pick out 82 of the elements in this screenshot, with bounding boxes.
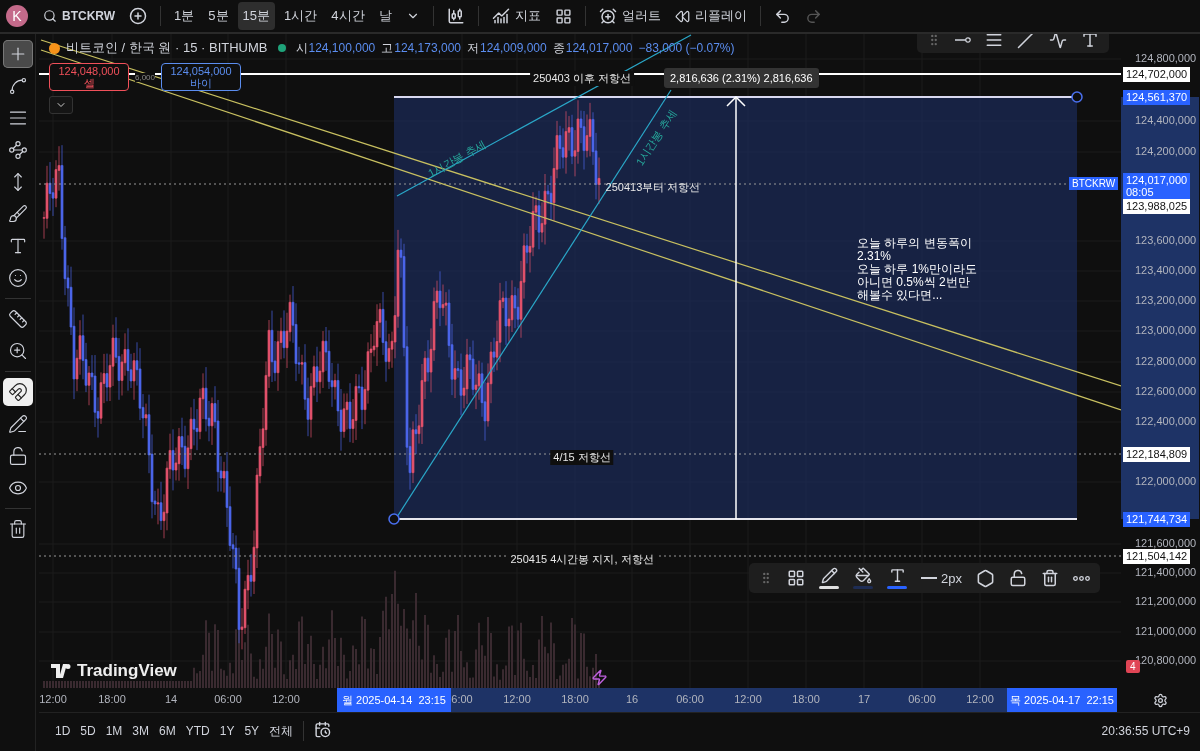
alert-button[interactable]: 얼러트 [593, 2, 666, 30]
price-tick: 123,200,000 [1135, 294, 1197, 306]
time-tick: 12:00 [39, 693, 67, 705]
time-tick: 06:00 [214, 693, 242, 705]
price-marker: 124,561,370 [1123, 90, 1191, 105]
ohlc-value: 124,009,000 [480, 41, 547, 55]
time-tick: 14 [164, 693, 178, 705]
indicators-button[interactable]: 지표 [486, 2, 546, 30]
price-marker: 124,702,000 [1123, 67, 1191, 82]
range-button[interactable]: YTD [181, 722, 214, 740]
range-button[interactable]: 1Y [215, 722, 239, 740]
spread-value: 6,000 [135, 72, 156, 82]
symbol-search-button[interactable]: BTCKRW [38, 2, 121, 30]
interval-button[interactable]: 4시간 [326, 2, 370, 30]
symbol-title: 비트코인 / 한국 원 · 15 · BITHUMB [66, 39, 268, 57]
interval-button[interactable]: 15분 [237, 2, 276, 30]
price-tick: 121,000,000 [1135, 625, 1197, 637]
interval-button[interactable]: 5분 [203, 2, 234, 30]
ohlc-label: 시 [295, 39, 308, 57]
last-price-marker: 124,017,000 08:05 [1123, 173, 1191, 199]
price-tick: 123,400,000 [1135, 264, 1197, 276]
price-marker: 121,744,734 [1123, 512, 1191, 527]
time-tick: 06:00 [676, 693, 704, 705]
price-tick: 122,400,000 [1135, 415, 1197, 427]
replay-button[interactable]: 리플레이 [669, 2, 752, 30]
alert-count-badge[interactable]: 4 [1126, 660, 1140, 673]
time-tick: 18:00 [98, 693, 126, 705]
range-button[interactable]: 6M [155, 722, 180, 740]
range-button[interactable]: 5D [76, 722, 100, 740]
tradingview-logo: TradingView [51, 661, 177, 681]
range-button[interactable]: 1M [101, 722, 127, 740]
price-tick: 122,800,000 [1135, 355, 1197, 367]
user-avatar[interactable]: K [6, 5, 28, 27]
price-tick: 124,200,000 [1135, 145, 1197, 157]
line-label: 250415 4시간봉 지지, 저항선 [507, 552, 657, 567]
range-button[interactable]: 전체 [265, 720, 298, 742]
range-button[interactable]: 5Y [240, 722, 264, 740]
price-marker: 121,504,142 [1123, 549, 1191, 564]
price-marker: 122,184,809 [1123, 447, 1191, 462]
measure-label: 2,816,636 (2.31%) 2,816,636 [664, 68, 819, 88]
ohlc-value: 124,173,000 [394, 41, 461, 55]
time-tick: 18:00 [561, 693, 589, 705]
interval-button[interactable]: 날 [373, 2, 397, 30]
price-tick: 124,400,000 [1135, 114, 1197, 126]
ohlc-label: 고 [381, 39, 394, 57]
price-marker: 123,988,025 [1123, 199, 1191, 214]
range-end-label: 목 2025-04-17 22:15 [1007, 688, 1117, 712]
price-tick: 122,000,000 [1135, 475, 1197, 487]
ohlc-value: 124,017,000 [565, 41, 633, 55]
price-tick: 124,800,000 [1135, 52, 1197, 64]
range-button[interactable]: 1D [51, 722, 75, 740]
buy-button[interactable]: 124,054,000 바이 [161, 63, 242, 91]
ohlc-label: 종 [552, 39, 565, 57]
price-tick: 121,200,000 [1135, 595, 1197, 607]
symbol-tag: BTCKRW [1069, 177, 1119, 190]
price-tick: 123,000,000 [1135, 324, 1197, 336]
time-tick: 6:00 [451, 693, 473, 705]
price-tick: 121,600,000 [1135, 537, 1197, 549]
time-tick: 17 [857, 693, 871, 705]
range-button[interactable]: 3M [128, 722, 154, 740]
interval-button[interactable]: 1분 [169, 2, 200, 30]
price-tick: 122,600,000 [1135, 385, 1197, 397]
time-tick: 12:00 [272, 693, 300, 705]
time-tick: 16 [625, 693, 639, 705]
price-tick: 123,600,000 [1135, 234, 1197, 246]
time-tick: 12:00 [503, 693, 531, 705]
sell-button[interactable]: 124,048,000 셀 [49, 63, 129, 91]
time-tick: 12:00 [966, 693, 994, 705]
interval-button[interactable]: 1시간 [279, 2, 323, 30]
ohlc-value: 124,100,000 [308, 41, 376, 55]
time-tick: 18:00 [792, 693, 820, 705]
clock: 20:36:55 UTC+9 [1101, 724, 1190, 738]
time-tick: 06:00 [908, 693, 936, 705]
price-tick: 121,400,000 [1135, 566, 1197, 578]
line-label: 4/15 저항선 [550, 450, 614, 465]
ohlc-label: 저 [467, 39, 479, 57]
time-tick: 12:00 [734, 693, 762, 705]
line-label: 250403 이후 저항선 [530, 71, 634, 86]
line-width-button[interactable]: 2px [921, 570, 962, 586]
range-start-label: 월 2025-04-14 23:15 [337, 688, 451, 712]
chart-note: 오늘 하루의 변동폭이 2.31% 오늘 하루 1%만이라도 아니면 0.5%씩 2번만 해볼수 있다면... [857, 237, 977, 302]
line-label: 250413부터 저항선 [604, 180, 702, 195]
